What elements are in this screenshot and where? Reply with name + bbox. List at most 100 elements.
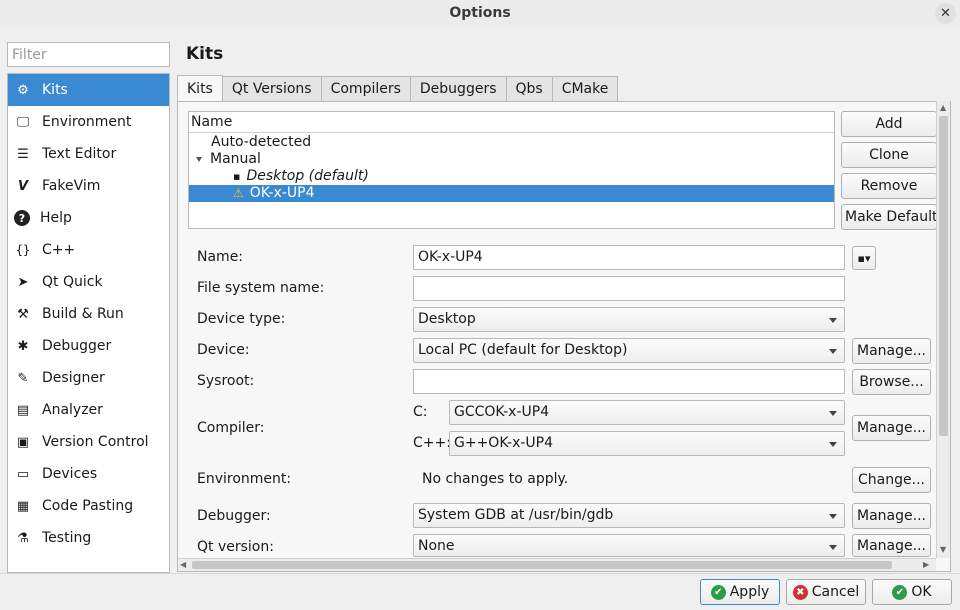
tree-item-manual[interactable]: Manual (189, 151, 834, 168)
version-control-icon: ▣ (16, 434, 30, 450)
cancel-icon: ✖ (792, 584, 808, 600)
tree-item-auto-detected[interactable]: Auto-detected (189, 134, 834, 151)
testing-icon: ⚗ (17, 530, 29, 546)
c-compiler-select[interactable]: GCCOK-x-UP4 (449, 400, 845, 425)
sidebar-item-label: Kits (42, 82, 68, 98)
sidebar-item-label: Code Pasting (42, 498, 134, 514)
sidebar-item-kits[interactable]: ⚙ Kits (8, 74, 169, 106)
sidebar-item-build-run[interactable]: ⚒ Build & Run (8, 298, 169, 330)
tab-debuggers[interactable]: Debuggers (409, 76, 507, 101)
scroll-down-icon[interactable]: ▼ (940, 545, 946, 554)
vertical-scrollbar[interactable]: ▲ ▼ (936, 101, 950, 558)
sidebar-item-analyzer[interactable]: ▤ Analyzer (8, 394, 169, 426)
monitor-icon: 🖵 (16, 114, 30, 130)
tab-kits[interactable]: Kits (177, 75, 223, 102)
device-type-label: Device type: (197, 311, 286, 327)
chevron-down-icon (829, 545, 837, 550)
scroll-up-icon[interactable]: ▲ (940, 103, 946, 112)
manage-compiler-button[interactable]: Manage... (852, 415, 931, 441)
remove-kit-button[interactable]: Remove (841, 173, 937, 199)
cancel-button[interactable]: ✖ Cancel (786, 579, 866, 605)
scroll-left-icon[interactable]: ◀ (180, 560, 186, 569)
sidebar-item-label: Text Editor (42, 146, 117, 162)
qt-version-value: None (418, 538, 455, 554)
sidebar-item-qt-quick[interactable]: ➤ Qt Quick (8, 266, 169, 298)
sidebar-item-debugger[interactable]: ✱ Debugger (8, 330, 169, 362)
device-type-value: Desktop (418, 311, 476, 327)
horizontal-scrollbar[interactable]: ◀ ▶ (178, 558, 936, 571)
sidebar-item-testing[interactable]: ⚗ Testing (8, 522, 169, 554)
scroll-right-icon[interactable]: ▶ (923, 560, 929, 569)
sidebar-item-devices[interactable]: ▭ Devices (8, 458, 169, 490)
make-default-button[interactable]: Make Default (841, 204, 937, 230)
device-select[interactable]: Local PC (default for Desktop) (413, 338, 845, 363)
help-icon: ? (14, 210, 30, 226)
file-system-name-field[interactable] (413, 276, 845, 301)
debugger-value: System GDB at /usr/bin/gdb (418, 507, 614, 523)
scrollbar-thumb[interactable] (192, 561, 892, 569)
expand-arrow-icon[interactable] (196, 156, 202, 162)
cxx-compiler-select[interactable]: G++OK-x-UP4 (449, 431, 845, 456)
tree-item-desktop-kit[interactable]: ▪ Desktop (default) (189, 168, 834, 185)
sidebar-item-code-pasting[interactable]: ▦ Code Pasting (8, 490, 169, 522)
sidebar-item-text-editor[interactable]: ☰ Text Editor (8, 138, 169, 170)
sidebar-item-label: FakeVim (42, 178, 101, 194)
options-sidebar: ⚙ Kits 🖵 Environment ☰ Text Editor V Fak… (7, 73, 170, 573)
environment-value: No changes to apply. (422, 471, 569, 487)
tab-compilers[interactable]: Compilers (320, 76, 411, 101)
environment-label: Environment: (197, 471, 292, 487)
window-title: Options (0, 0, 960, 27)
sidebar-item-label: Version Control (42, 434, 149, 450)
sidebar-item-label: Build & Run (42, 306, 124, 322)
sidebar-item-label: C++ (42, 242, 76, 258)
kit-name-field[interactable]: OK-x-UP4 (413, 245, 845, 270)
chevron-down-icon (829, 411, 837, 416)
filter-input[interactable] (7, 42, 170, 67)
manage-device-button[interactable]: Manage... (852, 338, 931, 364)
ok-button[interactable]: ✔ OK (872, 579, 952, 605)
sidebar-item-cpp[interactable]: {} C++ (8, 234, 169, 266)
braces-icon: {} (15, 243, 31, 257)
qt-version-label: Qt version: (197, 539, 274, 555)
column-header-name[interactable]: Name (189, 112, 834, 133)
tab-qbs[interactable]: Qbs (505, 76, 553, 101)
sidebar-item-fakevim[interactable]: V FakeVim (8, 170, 169, 202)
fakevim-icon: V (17, 178, 29, 194)
tree-item-label: OK-x-UP4 (249, 185, 315, 201)
tab-cmake[interactable]: CMake (551, 76, 619, 101)
compiler-label: Compiler: (197, 420, 265, 436)
tab-qt-versions[interactable]: Qt Versions (221, 76, 322, 101)
sysroot-label: Sysroot: (197, 373, 255, 389)
sidebar-item-label: Testing (42, 530, 92, 546)
debugger-select[interactable]: System GDB at /usr/bin/gdb (413, 503, 845, 528)
kit-tree[interactable]: Name Auto-detected Manual ▪ Desktop (defa… (188, 111, 835, 229)
sidebar-item-help[interactable]: ? Help (8, 202, 169, 234)
add-kit-button[interactable]: Add (841, 111, 937, 137)
apply-button[interactable]: ✔ Apply (700, 579, 780, 605)
chevron-down-icon (829, 442, 837, 447)
manage-debugger-button[interactable]: Manage... (852, 503, 931, 529)
sysroot-field[interactable] (413, 369, 845, 394)
checkmark-icon: ✔ (892, 584, 908, 600)
clone-kit-button[interactable]: Clone (841, 142, 937, 168)
device-type-select[interactable]: Desktop (413, 307, 845, 332)
close-window-button[interactable]: ✕ (935, 3, 956, 24)
devices-icon: ▭ (16, 466, 30, 482)
sidebar-item-environment[interactable]: 🖵 Environment (8, 106, 169, 138)
c-compiler-value: GCCOK-x-UP4 (454, 404, 550, 420)
sidebar-item-designer[interactable]: ✎ Designer (8, 362, 169, 394)
code-pasting-icon: ▦ (16, 498, 30, 514)
pencil-icon: ✎ (17, 370, 29, 386)
change-environment-button[interactable]: Change... (852, 467, 931, 493)
tree-item-selected-kit[interactable]: ⚠ OK-x-UP4 (189, 185, 834, 202)
browse-sysroot-button[interactable]: Browse... (852, 369, 931, 395)
manage-qt-version-button[interactable]: Manage... (852, 534, 931, 557)
qt-version-select[interactable]: None (413, 534, 845, 557)
sidebar-item-label: Debugger (42, 338, 112, 354)
kit-icon-button[interactable]: ▪▾ (852, 246, 876, 270)
scrollbar-thumb[interactable] (939, 116, 948, 436)
sidebar-item-version-control[interactable]: ▣ Version Control (8, 426, 169, 458)
page-title: Kits (186, 44, 224, 64)
hammer-icon: ⚒ (17, 306, 29, 322)
analyzer-icon: ▤ (16, 402, 30, 418)
